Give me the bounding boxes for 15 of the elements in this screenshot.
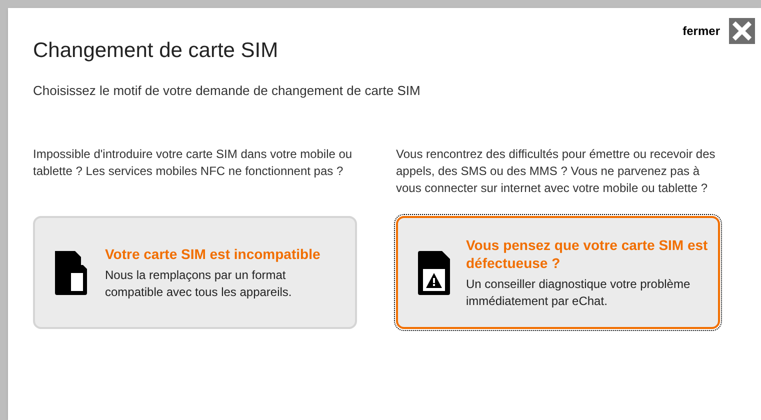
- option-card[interactable]: Votre carte SIM est incompatible Nous la remplaçons par un format compatible avec tous les appareils.: [33, 216, 357, 329]
- option-heading: Votre carte SIM est incompatible: [105, 244, 322, 262]
- close-button[interactable]: [729, 18, 755, 44]
- sim-warning-icon: [418, 250, 450, 294]
- dialog-subtitle: Choisissez le motif de votre demande de changement de carte SIM: [33, 82, 422, 100]
- option-card[interactable]: Vous pensez que votre carte SIM est défectueuse ? Un conseiller diagnostique votre problème immédiatement par eChat.: [396, 216, 720, 329]
- option-detail: Nous la remplaçons par un format compatible avec tous les appareils.: [105, 266, 293, 300]
- option-detail: Un conseiller diagnostique votre problème immédiatement par eChat.: [466, 276, 692, 310]
- dialog-title: Changement de carte SIM: [33, 38, 278, 64]
- close-label[interactable]: fermer: [682, 22, 720, 40]
- option-heading: Vous pensez que votre carte SIM est défectueuse ?: [466, 236, 708, 272]
- option-description: Vous rencontrez des difficultés pour émettre ou recevoir des appels, des SMS ou des MMS ? Vous ne parvenez pas à vous connecter sur internet avec votre mobile ou tablette ?: [396, 146, 716, 197]
- sim-cards-icon: [55, 250, 89, 294]
- option-description: Impossible d'introduire votre carte SIM dans votre mobile ou tablette ? Les services mobiles NFC ne fonctionnent pas ?: [33, 146, 354, 180]
- close-icon: [731, 20, 753, 42]
